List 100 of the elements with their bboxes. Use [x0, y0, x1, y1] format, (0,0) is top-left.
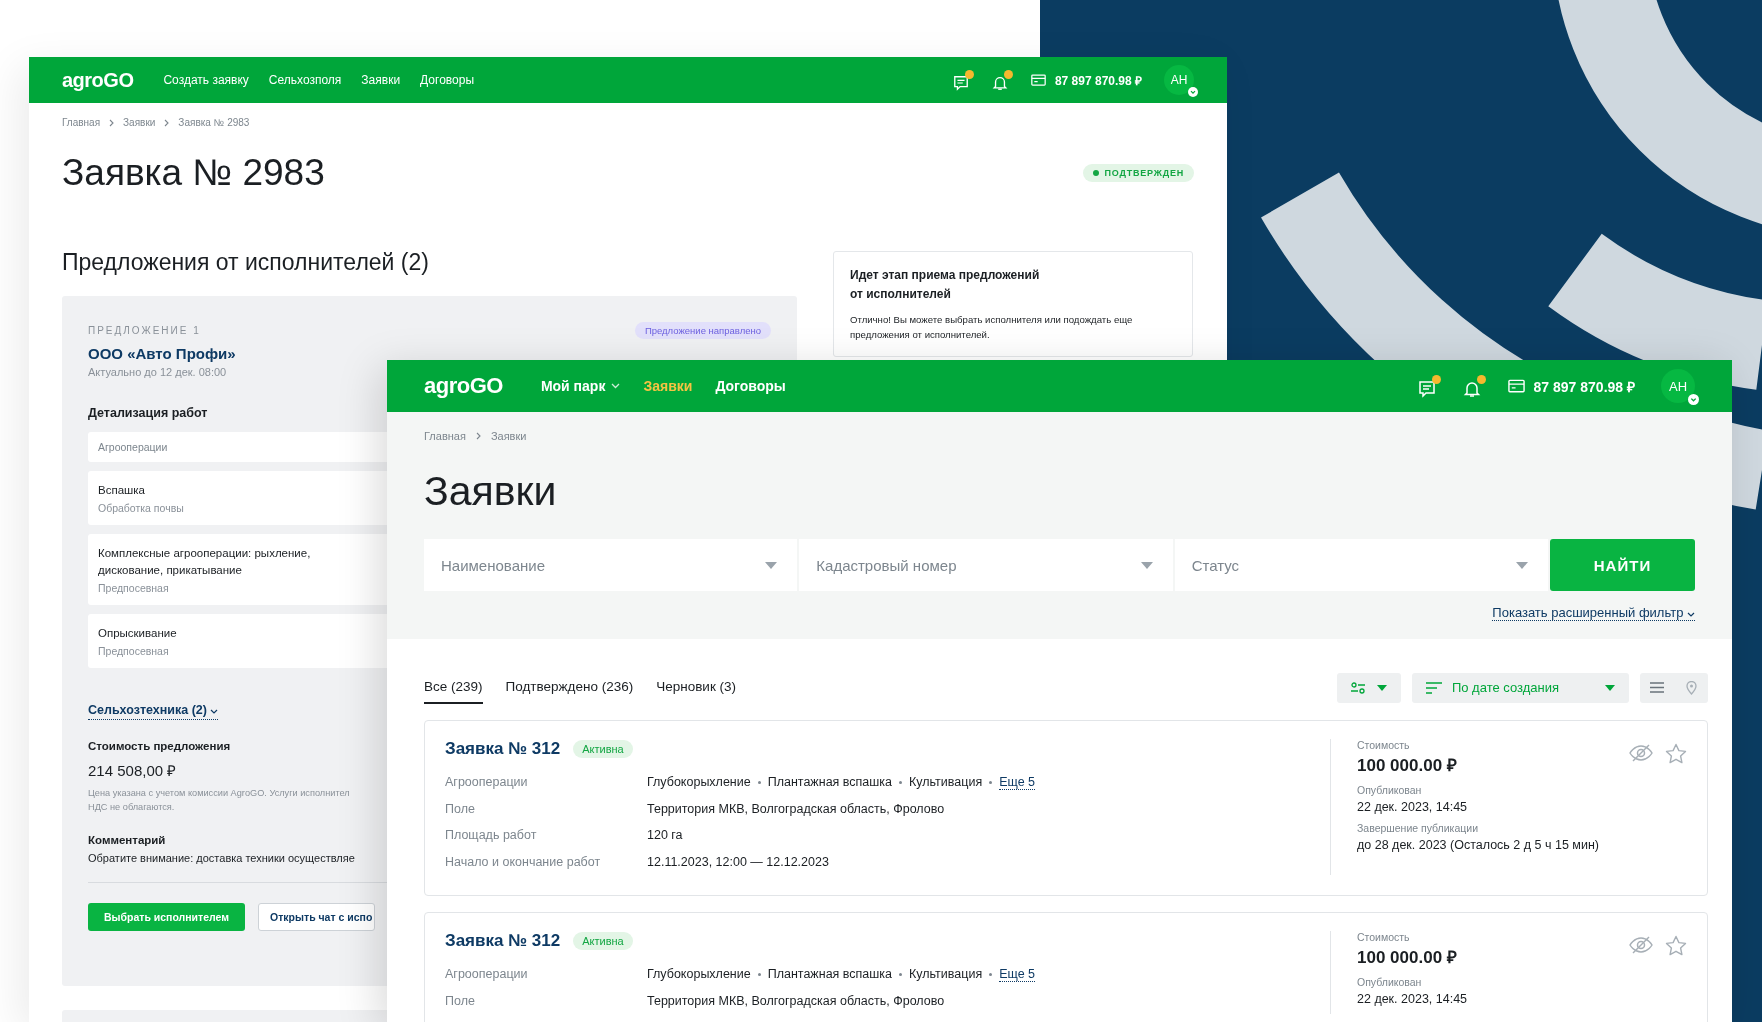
chevron-icon [164, 118, 170, 127]
chevron-icon [475, 432, 481, 440]
breadcrumb-link[interactable]: Заявки [123, 117, 156, 128]
logo[interactable]: agroGO [62, 68, 134, 92]
bell-icon[interactable] [991, 69, 1013, 91]
nav-link[interactable]: Договоры [715, 378, 786, 394]
operation-name: Опрыскивание [98, 626, 178, 641]
filter-settings-button[interactable] [1336, 672, 1401, 703]
valid-until: Актуально до 12 дек. 08:00 [88, 366, 227, 378]
logo[interactable]: agroGO [424, 373, 503, 399]
page-title: Заявка № 2983 [62, 152, 325, 194]
tab[interactable]: Подтверждено (236) [505, 671, 634, 704]
star-icon[interactable] [1665, 935, 1687, 956]
caret-icon[interactable] [1516, 562, 1528, 569]
map-pin-icon [1685, 680, 1697, 695]
sort-dropdown[interactable]: По дате создания [1411, 672, 1629, 703]
search-button[interactable]: НАЙТИ [1550, 539, 1695, 591]
comment-label: Комментарий [88, 834, 166, 846]
operation-tag: Плантажная вспашка [767, 775, 893, 790]
operation-tag: Культивация [909, 775, 983, 790]
field-value: Территория МКВ, Волгоградская область, Фролово [647, 801, 945, 816]
price-value: 100 000.00 ₽ [1357, 947, 1458, 968]
caret-icon[interactable] [1140, 562, 1153, 569]
separator-dot [899, 780, 903, 784]
meta-label: Стоимость [1357, 931, 1411, 943]
separator-dot [757, 780, 761, 784]
advanced-filter-link[interactable]: Показать расширенный фильтр [1492, 605, 1695, 621]
field-label: Агрооперации [445, 967, 529, 982]
breadcrumb-link[interactable]: Заявка № 2983 [178, 117, 250, 128]
nav-link[interactable]: Договоры [420, 73, 475, 87]
meta-label: Опубликован [1357, 784, 1423, 796]
status-badge: Активна [573, 932, 633, 950]
status-label: ПОДТВЕРЖДЕН [1104, 168, 1184, 178]
filter-dropdown[interactable]: Статус [1174, 539, 1548, 591]
caret-icon[interactable] [765, 562, 778, 569]
offer-status-badge: Предложение направлено [634, 322, 771, 339]
meta-label: Завершение публикации [1357, 822, 1479, 834]
section-heading: Детализация работ [88, 406, 208, 420]
balance: 87 897 870.98 ₽ [1054, 72, 1142, 89]
separator-dot [757, 972, 761, 976]
nav-link[interactable]: Заявки [361, 73, 401, 87]
meta-value: 22 дек. 2023, 14:45 [1357, 992, 1468, 1006]
machinery-link[interactable]: Сельхозтехника (2) [88, 703, 219, 720]
price-value: 100 000.00 ₽ [1357, 755, 1458, 776]
nav-link[interactable]: Мой парк [540, 378, 621, 394]
breadcrumb-link[interactable]: Главная [424, 430, 466, 442]
chat-icon[interactable] [952, 69, 974, 91]
field-value: 12.11.2023, 12:00 — 12.12.2023 [647, 854, 829, 869]
separator-dot [989, 972, 993, 976]
offer-price: 214 508,00 ₽ [88, 761, 177, 780]
star-icon[interactable] [1665, 743, 1687, 764]
sliders-icon [1350, 681, 1365, 694]
price-note: Цена указана с учетом комиссии AgroGO. Услуги исполнител [88, 787, 350, 800]
caret-icon [1605, 684, 1615, 691]
nav-link[interactable]: Создать заявку [163, 73, 249, 87]
bell-icon[interactable] [1462, 374, 1486, 398]
nav-link[interactable]: Сельхозполя [268, 73, 342, 87]
meta-value: до 28 дек. 2023 (Осталось 2 д 5 ч 15 мин) [1357, 838, 1599, 852]
field-label: Поле [445, 993, 476, 1008]
operation-tag: Культивация [909, 967, 983, 982]
tab[interactable]: Черновик (3) [656, 671, 737, 704]
eye-slash-icon[interactable] [1629, 935, 1653, 955]
separator-dot [899, 972, 903, 976]
status-dot [1092, 170, 1099, 176]
operation-category: Обработка почвы [98, 502, 184, 514]
select-button[interactable]: Выбрать исполнителем [88, 903, 246, 931]
company-name[interactable]: ООО «Авто Профи» [88, 345, 236, 362]
field-label: Поле [445, 801, 476, 816]
more-link[interactable]: Еще 5 [999, 774, 1036, 790]
sort-icon [1425, 681, 1442, 694]
section-heading: Предложения от исполнителей (2) [62, 249, 430, 276]
chevron-icon [1687, 612, 1695, 617]
tab[interactable]: Все (239) [424, 671, 483, 704]
request-title[interactable]: Заявка № 312 [445, 739, 561, 759]
breadcrumb-link[interactable]: Главная [62, 117, 101, 128]
price-label: Стоимость предложения [88, 740, 231, 752]
breadcrumb-link[interactable]: Заявки [490, 430, 527, 442]
status-badge: Активна [573, 740, 633, 758]
operation-name: Вспашка [98, 483, 146, 498]
page-title: Заявки [424, 468, 558, 515]
operation-category: Предпосевная [98, 645, 169, 657]
chevron-icon [210, 709, 219, 714]
eye-slash-icon[interactable] [1629, 743, 1653, 763]
operation-name: Комплексные агрооперации: рыхление, дискование, прикатывание [98, 546, 312, 578]
field-label: Начало и окончание работ [445, 854, 602, 869]
more-link[interactable]: Еще 5 [999, 966, 1036, 982]
chat-button[interactable]: Открыть чат с испо [258, 903, 376, 931]
chat-icon[interactable] [1417, 374, 1441, 398]
meta-label: Опубликован [1357, 976, 1423, 988]
price-note: НДС не облагаются. [88, 801, 176, 814]
nav-link[interactable]: Заявки [643, 378, 693, 394]
filter-dropdown[interactable]: Кадастровый номер [799, 539, 1173, 591]
filter-dropdown[interactable]: Наименование [424, 539, 798, 591]
meta-value: 22 дек. 2023, 14:45 [1357, 800, 1469, 814]
request-title[interactable]: Заявка № 312 [445, 931, 561, 951]
wallet-icon [1507, 379, 1525, 393]
operation-category: Предпосевная [98, 582, 169, 594]
offer-label: ПРЕДЛОЖЕНИЕ 1 [88, 325, 201, 336]
operation-tag: Глубокорыхление [647, 775, 751, 790]
caret-icon [1376, 684, 1387, 691]
